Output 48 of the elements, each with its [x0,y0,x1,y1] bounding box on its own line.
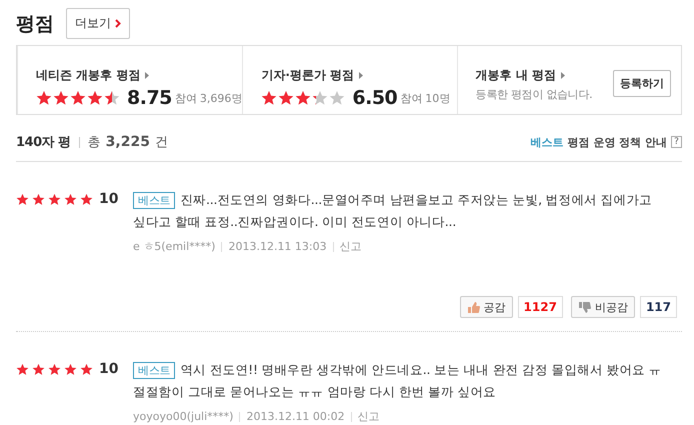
review-score: 10 [99,191,118,207]
participants-label: 참여 [400,90,422,106]
summary-title[interactable]: 네티즌 개봉후 평점 [36,67,150,84]
arrow-icon [145,72,150,79]
arrow-icon [359,72,364,79]
more-button[interactable]: 더보기 [66,8,130,39]
author-name: e ㅎ5(emil****) [133,239,216,254]
thumbs-up-icon [466,300,480,314]
like-button[interactable]: 공감 [460,296,513,318]
author-name: yoyoyo00(juli****) [133,410,234,423]
register-button[interactable]: 등록하기 [613,70,672,97]
section-title: 평점 [16,12,54,36]
arrow-icon [561,72,566,79]
chevron-icon [115,19,121,28]
total-unit: 건 [154,134,168,151]
help-icon[interactable]: ? [671,136,682,148]
total-count: 3,225 [106,134,150,150]
review-text: 베스트 역시 전도연!! 명배우란 생각밖에 안드네요.. 보는 내내 완전 감정 몰입해서 봤어요 ㅠ 절절함이 그대로 묻어나오는 ㅠㅠ 엄마랑 다시 한번 볼까 싶어요 [133,361,662,401]
review-score: 10 [99,361,118,377]
summary-title[interactable]: 기자·평론가 평점 [261,67,364,84]
thumbs-down-icon [578,300,591,314]
half-star-icon [312,90,328,106]
average-score: 6.50 [352,87,398,109]
best-badge: 베스트 [133,362,176,379]
empty-message: 등록한 평점이 없습니다. [476,87,592,102]
dislike-button[interactable]: 비공감 [570,296,635,318]
list-title: 140자 평 [16,134,71,151]
best-badge: 베스트 [133,192,176,209]
star-icon [53,90,69,106]
participants-count: 10명 [425,90,450,106]
star-icon [261,90,278,106]
half-star-icon [104,90,120,106]
average-score: 8.75 [127,87,172,109]
star-icon [70,90,86,106]
policy-link[interactable]: 베스트 평점 운영 정책 안내 [530,134,667,150]
star-icon [87,90,103,106]
star-icon [36,90,52,106]
review-date: 2013.12.11 00:02 [246,410,345,423]
review-date: 2013.12.11 13:03 [228,240,327,253]
star-icon [295,90,312,106]
star-icon [278,90,294,106]
dislike-count: 117 [640,296,677,318]
participants-label: 참여 [174,90,197,106]
total-label: 총 [88,134,101,151]
participants-count: 3,696명 [200,90,242,106]
summary-title[interactable]: 개봉후 내 평점 [476,67,566,84]
like-count: 1127 [518,296,563,318]
review-text: 베스트 진짜...전도연의 영화다...문열어주며 남편을보고 주저앉는 눈빛, 법정에서 집에가고 싶다고 할때 표정..진짜압권이다. 이미 전도연이 아니다... [133,191,653,231]
